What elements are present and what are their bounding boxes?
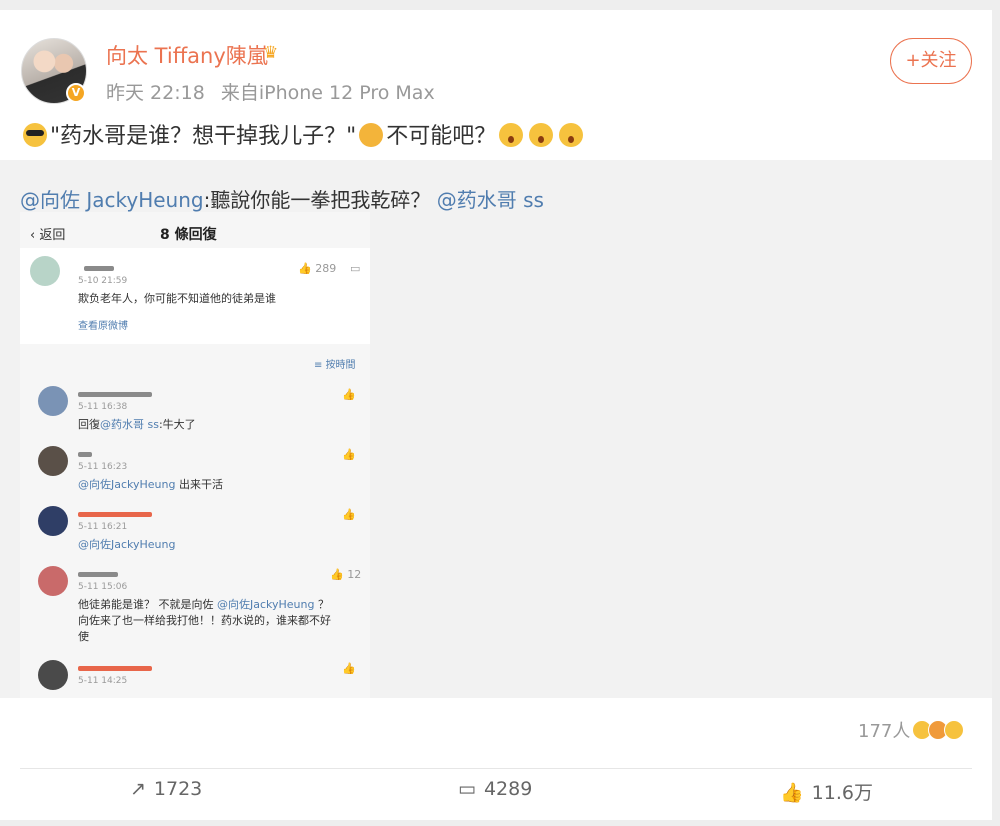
like-icon: 👍 — [342, 448, 356, 461]
mention-link[interactable]: @药水哥 ss — [437, 188, 544, 212]
reply-mention: @药水哥 ss — [100, 418, 159, 431]
surprised-emoji-icon — [559, 123, 584, 147]
reply-text: @向佐JackyHeung 出来干活 — [78, 476, 223, 493]
reply-text: @向佐JackyHeung — [78, 536, 176, 553]
comment-time: 5-10 21:59 — [78, 276, 128, 286]
post-text: "药水哥是谁？想干掉我儿子？" 不可能吧？ — [20, 118, 586, 150]
reply-time: 5-11 16:21 — [78, 522, 128, 532]
share-icon: ↗ — [130, 778, 146, 800]
sort-by-time: ≡ 按時間 — [314, 360, 356, 371]
post-time[interactable]: 昨天 22:18 — [106, 82, 205, 104]
quote-body: :聽說你能一拳把我乾碎？ — [203, 188, 431, 212]
thumbs-up-icon: 👍 — [780, 782, 804, 804]
back-label: 返回 — [39, 228, 66, 243]
like-count: 👍 12 — [330, 568, 362, 581]
blurred-name — [78, 572, 118, 577]
reply-time: 5-11 14:25 — [78, 676, 128, 686]
follow-button[interactable]: +关注 — [890, 38, 972, 84]
view-original-link: 查看原微博 — [78, 321, 128, 332]
mention-link[interactable]: @向佐 JackyHeung — [20, 188, 204, 212]
username[interactable]: 向太 Tiffany陳嵐 — [106, 40, 268, 70]
reply-time: 5-11 16:23 — [78, 462, 128, 472]
weibo-post-card: V 向太 Tiffany陳嵐 ♛ 昨天 22:18 来自iPhone 12 Pr… — [0, 10, 992, 820]
reply-time: 5-11 15:06 — [78, 582, 128, 592]
blurred-name — [78, 666, 152, 671]
post-meta: 昨天 22:18 来自iPhone 12 Pro Max — [106, 78, 445, 105]
reply-mention: @向佐JackyHeung — [217, 598, 315, 611]
reaction-count: 177人 — [858, 721, 911, 742]
comment-button[interactable]: ▭ 4289 — [458, 778, 532, 800]
comment-icon: ▭ — [350, 262, 361, 275]
verified-badge-icon: V — [66, 83, 86, 103]
reaction-summary[interactable]: 177人 — [858, 717, 965, 743]
avatar — [38, 566, 68, 596]
comment-screenshot-image[interactable]: ‹ 返回 8 條回復 5-10 21:59 欺负老年人，你可能不知道他的徒弟是谁… — [20, 212, 370, 698]
surprised-emoji-icon — [944, 720, 965, 740]
blurred-name — [78, 392, 152, 397]
like-value: 12 — [347, 568, 362, 581]
blurred-name — [78, 512, 152, 517]
comment-icon: ▭ — [458, 778, 476, 800]
reply-count: 8 條回復 — [160, 227, 217, 243]
comment-count: 4289 — [483, 778, 533, 800]
like-total: 11.6万 — [811, 782, 873, 804]
crown-icon: ♛ — [263, 43, 279, 63]
reply-prefix: 他徒弟能是谁？ 不就是向佐 — [78, 598, 217, 611]
sort-label: 按時間 — [325, 360, 356, 371]
reply-body: :牛大了 — [158, 418, 196, 431]
reply-mention: @向佐JackyHeung — [78, 538, 176, 551]
reply-time: 5-11 16:38 — [78, 402, 128, 412]
repost-quote[interactable]: @向佐 JackyHeung:聽說你能一拳把我乾碎？ @药水哥 ss ‹ 返回 … — [0, 160, 992, 698]
quote-text: @向佐 JackyHeung:聽說你能一拳把我乾碎？ @药水哥 ss — [20, 184, 544, 213]
post-text-part2: 不可能吧？ — [386, 124, 497, 149]
like-icon: 👍 — [342, 662, 356, 675]
sweat-emoji-icon — [359, 123, 384, 147]
surprised-emoji-icon — [499, 123, 524, 147]
repost-button[interactable]: ↗ 1723 — [130, 778, 202, 800]
sunglasses-emoji-icon — [23, 123, 47, 147]
like-icon: 👍 — [342, 388, 356, 401]
reply-text-line3: 使 — [78, 630, 89, 643]
like-icon: 👍 — [342, 508, 356, 521]
back-button: ‹ 返回 — [30, 228, 66, 243]
blurred-name — [84, 266, 114, 271]
comment-text: 欺负老年人，你可能不知道他的徒弟是谁 — [78, 292, 276, 305]
avatar — [38, 506, 68, 536]
reply-prefix: 回復 — [78, 418, 100, 431]
like-count: 👍 289 — [298, 262, 337, 275]
repost-count: 1723 — [153, 778, 203, 800]
surprised-emoji-icon — [529, 123, 554, 147]
blurred-name — [78, 452, 92, 457]
avatar — [38, 660, 68, 690]
reply-text-line2: 向佐来了也一样给我打他！！药水说的，谁来都不好 — [78, 614, 331, 627]
post-source: 来自iPhone 12 Pro Max — [220, 82, 435, 104]
reply-body: 出来干活 — [175, 478, 223, 491]
reply-body: ？ — [314, 598, 329, 611]
top-comment: 5-10 21:59 欺负老年人，你可能不知道他的徒弟是谁 查看原微博 👍 28… — [20, 248, 370, 344]
post-text-part1: "药水哥是谁？想干掉我儿子？" — [50, 124, 357, 149]
avatar — [38, 446, 68, 476]
reply-mention: @向佐JackyHeung — [78, 478, 176, 491]
like-button[interactable]: 👍 11.6万 — [780, 778, 873, 805]
avatar — [38, 386, 68, 416]
avatar — [30, 256, 60, 286]
divider — [20, 768, 972, 769]
reply-text: 他徒弟能是谁？ 不就是向佐 @向佐JackyHeung ？ — [78, 596, 329, 613]
reply-text: 回復@药水哥 ss:牛大了 — [78, 416, 196, 433]
like-value: 289 — [315, 262, 337, 275]
